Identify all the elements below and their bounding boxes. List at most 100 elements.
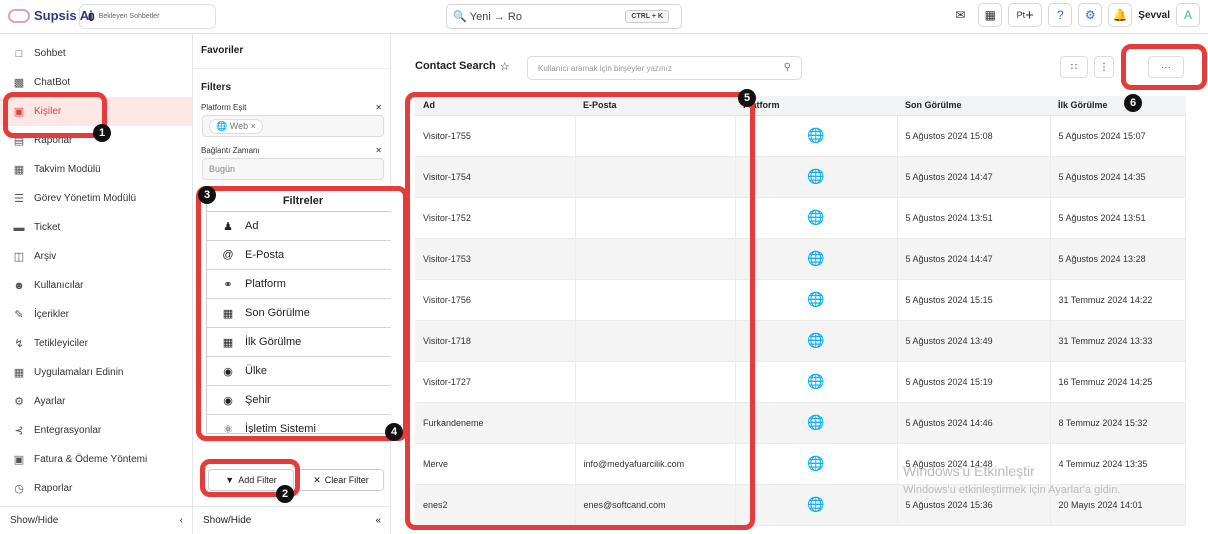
help-button[interactable]: ? [1048,3,1073,27]
sidebar-item-label: Kullanıcılar [34,280,84,291]
clear-filter-icon: ✕ [313,474,321,485]
annotation-badge-4: 4 [385,423,403,441]
connection-value: Bugün [209,164,236,174]
platform-filter-row: Platform Eşit ✕ [193,103,390,112]
sidebar-item-8[interactable]: ◫ Arşiv [0,242,192,271]
waiting-chats-button[interactable]: 0 Bekleyen Sohbetler [79,4,216,29]
globe-icon: 🌐 [807,250,825,266]
sidebar-item-11[interactable]: ↯ Tetikleyiciler [0,329,192,358]
clear-filter-button[interactable]: ✕ Clear Filter [298,469,384,491]
connection-filter-value[interactable]: Bugün [202,158,384,180]
sidebar-item-1[interactable]: □ Sohbet [0,39,192,68]
cell-platform: 🌐 [735,402,898,444]
grid-view-button[interactable]: ∷ [1060,56,1088,78]
cell-last-seen: 5 Ağustos 2024 14:47 [897,238,1051,280]
sidebar-item-12[interactable]: ▦ Uygulamaları Edinin [0,358,192,387]
search-input[interactable]: Kullanıcı aramak için birşeyler yazınız … [527,56,802,80]
highlight-box-6 [1121,44,1207,90]
cell-first-seen: 8 Temmuz 2024 15:32 [1050,402,1186,444]
annotation-badge-3: 3 [198,186,216,204]
annotation-badge-5: 5 [738,89,756,107]
calendar-icon: ▦ [13,164,25,176]
options-icon: ⋮ [1099,61,1109,73]
chevron-left-icon[interactable]: ‹ [180,515,183,526]
globe-icon: 🌐 [216,120,228,131]
web-chip[interactable]: 🌐 Web × [209,118,263,134]
windows-watermark: Windows'u Etkinleştir [903,463,1035,479]
platform-filter-label: Platform Eşit [201,103,247,112]
sidebar-item-10[interactable]: ✎ İçerikler [0,300,192,329]
highlight-box-1 [3,92,107,138]
show-hide-label: Show/Hide [203,515,252,526]
filters-show-hide[interactable]: Show/Hide « [193,506,391,534]
cell-last-seen: 5 Ağustos 2024 13:51 [897,197,1051,239]
command-shortcut: CTRL + K [625,10,669,23]
command-search[interactable]: 🔍 Yeni → Ro CTRL + K [446,4,682,29]
globe-icon: 🌐 [807,291,825,307]
archive-icon: ◫ [13,251,25,263]
star-icon[interactable]: ☆ [500,60,510,73]
shortcut-badge: Pt [1016,10,1026,20]
column-platform[interactable]: Platform [735,96,897,116]
notification-bell-icon[interactable]: 🔔 [1108,3,1133,27]
platform-filter-value[interactable]: 🌐 Web × [202,115,384,137]
sidebar-item-5[interactable]: ▦ Takvim Modülü [0,155,192,184]
cell-platform: 🌐 [735,279,898,321]
filters-header: Filters [201,82,232,93]
close-icon[interactable]: ✕ [375,146,382,155]
avatar[interactable]: A [1176,3,1200,27]
cell-platform: 🌐 [735,361,898,403]
cell-first-seen: 5 Ağustos 2024 13:51 [1050,197,1186,239]
trigger-icon: ↯ [14,338,24,350]
sidebar-item-label: Ticket [34,222,61,233]
sidebar-item-label: ChatBot [34,77,71,88]
annotation-badge-1: 1 [93,124,111,142]
sidebar-item-16[interactable]: ◷ Raporlar [0,474,192,503]
waiting-count: 0 [88,9,95,24]
sidebar-item-13[interactable]: ⚙ Ayarlar [0,387,192,416]
sidebar-show-hide[interactable]: Show/Hide ‹ [0,506,193,534]
chat-bubble-icon: □ [15,47,23,60]
settings-gear-icon[interactable]: ⚙ [1078,3,1103,27]
globe-icon: 🌐 [807,373,825,389]
globe-icon: 🌐 [807,127,825,143]
show-hide-label: Show/Hide [10,515,59,526]
apps-icon: ▦ [13,367,25,379]
search-icon[interactable]: ⚲ [784,62,791,73]
grid-icon: ∷ [1070,61,1078,73]
sidebar-item-label: Entegrasyonlar [34,425,102,436]
sidebar-item-label: Takvim Modülü [34,164,101,175]
sidebar-item-15[interactable]: ▣ Fatura & Ödeme Yöntemi [0,445,192,474]
users-icon: ☻ [13,279,25,292]
cell-last-seen: 5 Ağustos 2024 14:46 [897,402,1051,444]
top-bar: Supsis Ai 0 Bekleyen Sohbetler 🔍 Yeni → … [0,0,1208,34]
mail-icon[interactable]: ✉ [948,3,973,27]
globe-icon: 🌐 [807,332,825,348]
sidebar-item-14[interactable]: ⊰ Entegrasyonlar [0,416,192,445]
user-name[interactable]: Şevval [1138,10,1170,21]
share-icon: ⊰ [14,425,24,437]
cell-platform: 🌐 [735,320,898,362]
cell-platform: 🌐 [735,443,898,485]
favorites-header[interactable]: Favoriler [193,34,390,69]
cell-last-seen: 5 Ağustos 2024 13:49 [897,320,1051,362]
double-chevron-left-icon[interactable]: « [375,515,381,526]
shortcut-plus-button[interactable]: Pt + [1008,3,1043,27]
options-button[interactable]: ⋮ [1094,56,1114,78]
sidebar-item-label: İçerikler [34,309,70,320]
sidebar-item-6[interactable]: ☰ Görev Yönetim Modülü [0,184,192,213]
search-placeholder: Kullanıcı aramak için birşeyler yazınız [538,63,672,73]
cell-first-seen: 16 Temmuz 2024 14:25 [1050,361,1186,403]
column-last-seen[interactable]: Son Görülme [897,96,1050,116]
waiting-label: Bekleyen Sohbetler [98,12,160,20]
highlight-box-5 [405,92,755,530]
app-icon[interactable]: ▦ [978,3,1003,27]
search-icon: 🔍 [453,11,470,23]
column-first-seen[interactable]: İlk Görülme [1050,96,1186,116]
web-chip-label: Web × [229,120,256,131]
cell-last-seen: 5 Ağustos 2024 14:47 [897,156,1051,198]
sidebar-item-9[interactable]: ☻ Kullanıcılar [0,271,192,300]
close-icon[interactable]: ✕ [375,103,382,112]
task-list-icon: ☰ [14,193,24,205]
sidebar-item-7[interactable]: ▬ Ticket [0,213,192,242]
